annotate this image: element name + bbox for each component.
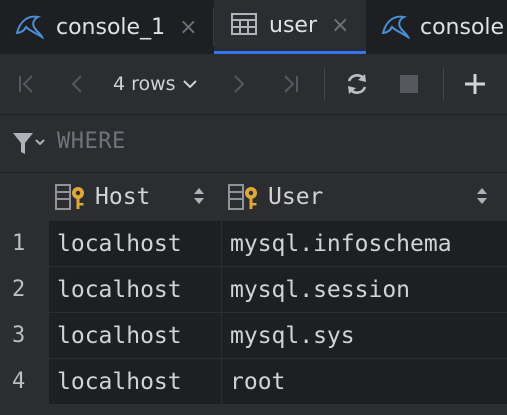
table-cell-host[interactable]: localhost [49, 359, 221, 404]
table-cell-user[interactable]: mysql.infoschema [222, 221, 507, 266]
next-page-icon[interactable] [224, 55, 252, 113]
tab-console-1[interactable]: console_1 × [0, 0, 213, 54]
mysql-console-icon [14, 11, 45, 43]
column-header-host[interactable]: Host [49, 173, 221, 220]
table-cell-host[interactable]: localhost [49, 221, 221, 266]
toolbar-divider [324, 67, 325, 101]
grid-bottom-area [0, 405, 507, 415]
where-filter-bar: WHERE [0, 115, 507, 172]
row-number[interactable]: 3 [0, 313, 48, 358]
editor-tab-bar: console_1 × user × console [0, 0, 507, 54]
table-cell-user[interactable]: root [222, 359, 507, 404]
toolbar-divider [443, 67, 444, 101]
primary-key-column-icon [55, 183, 89, 211]
rows-count-selector[interactable]: 4 rows [113, 55, 198, 113]
mysql-console-icon [380, 11, 411, 43]
row-number[interactable]: 4 [0, 359, 48, 404]
column-name: User [268, 183, 324, 210]
table-cell-user[interactable]: mysql.session [222, 267, 507, 312]
tab-label: console_1 [56, 14, 166, 40]
sort-icon[interactable] [193, 186, 205, 212]
chevron-down-icon [182, 73, 198, 95]
last-page-icon[interactable] [274, 55, 306, 113]
add-row-icon[interactable] [459, 55, 491, 113]
close-icon[interactable]: × [331, 13, 349, 38]
reload-icon[interactable] [340, 55, 374, 113]
table-cell-host[interactable]: localhost [49, 313, 221, 358]
table-cell-user[interactable]: mysql.sys [222, 313, 507, 358]
table-icon [231, 12, 257, 39]
filter-icon[interactable] [12, 132, 46, 160]
first-page-icon[interactable] [12, 55, 42, 113]
tab-label: console [420, 14, 505, 40]
tab-label: user [269, 13, 317, 38]
previous-page-icon[interactable] [64, 55, 92, 113]
results-toolbar: 4 rows [0, 55, 507, 113]
row-number-header [0, 173, 48, 220]
row-number[interactable]: 1 [0, 221, 48, 266]
where-filter-input[interactable]: WHERE [57, 129, 126, 154]
primary-key-column-icon [228, 183, 262, 211]
sort-icon[interactable] [476, 186, 488, 212]
table-cell-host[interactable]: localhost [49, 267, 221, 312]
stop-icon[interactable] [394, 55, 424, 113]
column-header-user[interactable]: User [222, 173, 507, 220]
rows-count-label: 4 rows [113, 73, 176, 95]
tab-console[interactable]: console [366, 0, 507, 54]
close-icon[interactable]: × [179, 15, 197, 40]
tab-user[interactable]: user × [214, 0, 366, 54]
row-number[interactable]: 2 [0, 267, 48, 312]
column-name: Host [95, 183, 151, 210]
